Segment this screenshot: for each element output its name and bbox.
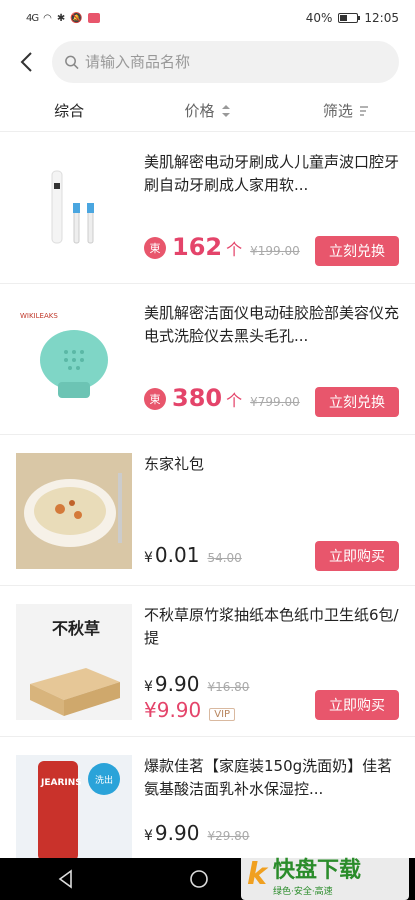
gift-bowl-image: [16, 453, 132, 569]
signal-icon: 4G: [26, 12, 39, 24]
original-price: ¥199.00: [250, 244, 300, 258]
tab-comprehensive[interactable]: 综合: [0, 100, 138, 121]
app-notification-icon: [87, 13, 100, 23]
clock: 12:05: [364, 11, 399, 25]
price-row: ¥ 9.90 ¥16.80: [144, 672, 249, 696]
bluetooth-icon: ✱: [56, 12, 66, 24]
toothbrush-image: [51, 170, 94, 244]
tab-filter-label: 筛选: [322, 102, 353, 120]
back-triangle-icon[interactable]: [56, 869, 76, 889]
watermark-slogan: 绿色·安全·高速: [272, 886, 333, 897]
facewash-image: JEARINS 洗出: [16, 755, 132, 871]
product-title: 爆款佳茗【家庭装150g洗面奶】佳茗氨基酸洁面乳补水保湿控...: [144, 757, 393, 798]
coin-icon: 東: [144, 237, 166, 259]
buy-button[interactable]: 立即购买: [315, 690, 399, 720]
wifi-icon: ◠: [43, 12, 52, 24]
sort-bar: 综合 价格 筛选: [0, 90, 415, 132]
brand-logo-text: WIKILEAKS: [20, 312, 58, 320]
coin-icon: 東: [144, 388, 166, 410]
filter-icon: [359, 105, 368, 116]
watermark-logo: k 快盘下载 绿色·安全·高速: [241, 848, 409, 900]
search-bar: [0, 36, 415, 88]
vip-price: ¥9.90: [144, 698, 202, 722]
sale-price: 9.90: [154, 821, 200, 845]
product-image-toothbrush: [16, 151, 132, 267]
chevron-left-icon: [20, 52, 32, 72]
home-circle-icon[interactable]: [189, 869, 209, 889]
original-price: 54.00: [207, 551, 242, 565]
vip-badge: VIP: [209, 708, 236, 721]
battery-percent: 40%: [305, 11, 333, 25]
currency-symbol: ¥: [144, 550, 153, 566]
price-unit: 个: [226, 240, 243, 259]
price-row: 東 380 个 ¥799.00: [144, 384, 300, 413]
product-title: 不秋草原竹浆抽纸本色纸巾卫生纸6包/提: [144, 606, 399, 647]
status-bar: 4G ◠ ✱ 🔕 40% 12:05: [0, 0, 415, 36]
original-price: ¥16.80: [207, 680, 250, 694]
cleanser-image: WIKILEAKS: [20, 312, 108, 398]
sale-price: 9.90: [154, 672, 200, 696]
tab-price[interactable]: 价格: [138, 100, 276, 121]
battery-icon: [338, 13, 361, 23]
list-item[interactable]: 不秋草 不秋草原竹浆抽纸本色纸巾卫生纸6包/提 ¥ 9.90 ¥16.80 ¥9…: [0, 586, 415, 737]
points-price: 162: [172, 233, 223, 261]
product-image-cleanser: WIKILEAKS: [16, 302, 132, 418]
product-title: 东家礼包: [144, 455, 205, 473]
status-right: 40% 12:05: [306, 11, 399, 25]
mute-icon: 🔕: [70, 12, 83, 24]
search-icon: [65, 55, 79, 70]
buy-button[interactable]: 立即购买: [315, 541, 399, 571]
price-row: ¥ 0.01 54.00: [144, 543, 242, 567]
list-item[interactable]: 美肌解密电动牙刷成人儿童声波口腔牙刷自动牙刷成人家用软... 東 162 个 ¥…: [0, 133, 415, 284]
price-unit: 个: [226, 391, 243, 410]
product-list: 美肌解密电动牙刷成人儿童声波口腔牙刷自动牙刷成人家用软... 東 162 个 ¥…: [0, 133, 415, 888]
sort-arrows-icon: [221, 104, 230, 117]
watermark-k: k: [247, 856, 267, 892]
product-image-facewash: JEARINS 洗出: [16, 755, 132, 871]
back-button[interactable]: [14, 46, 38, 78]
original-price: ¥29.80: [207, 829, 250, 843]
price-row: ¥ 9.90 ¥29.80: [144, 821, 249, 845]
original-price: ¥799.00: [250, 395, 300, 409]
currency-symbol: ¥: [144, 679, 153, 695]
promo-tag: 洗出: [95, 774, 113, 786]
product-image-tissue: 不秋草: [16, 604, 132, 720]
watermark-text: 快盘下载 绿色·安全·高速: [273, 852, 361, 897]
currency-symbol: ¥: [144, 828, 153, 844]
status-left: 4G ◠ ✱ 🔕: [26, 13, 100, 24]
redeem-button[interactable]: 立刻兑换: [315, 387, 399, 417]
watermark-name: 快盘下载: [272, 857, 361, 883]
redeem-button[interactable]: 立刻兑换: [315, 236, 399, 266]
list-item[interactable]: 东家礼包 ¥ 0.01 54.00 立即购买: [0, 435, 415, 586]
search-box[interactable]: [52, 41, 399, 83]
product-title: 美肌解密电动牙刷成人儿童声波口腔牙刷自动牙刷成人家用软...: [144, 153, 400, 194]
list-item[interactable]: WIKILEAKS 美肌解密洁面仪电动硅胶脸部美容仪充电式洗脸仪去黑头毛孔...…: [0, 284, 415, 435]
search-input[interactable]: [84, 53, 387, 71]
price-row: 東 162 个 ¥199.00: [144, 233, 300, 262]
brand-logo-text: 不秋草: [52, 619, 100, 638]
tab-comprehensive-label: 综合: [54, 102, 85, 120]
vip-price-row: ¥9.90 VIP: [144, 698, 236, 722]
tab-price-label: 价格: [184, 102, 215, 120]
tab-filter[interactable]: 筛选: [277, 100, 415, 121]
product-title: 美肌解密洁面仪电动硅胶脸部美容仪充电式洗脸仪去黑头毛孔...: [144, 304, 400, 345]
battery-fill: [340, 15, 347, 21]
product-image-gift: [16, 453, 132, 569]
sale-price: 0.01: [154, 543, 200, 567]
tissue-image: 不秋草: [16, 604, 132, 720]
brand-logo-text: JEARINS: [40, 778, 82, 788]
points-price: 380: [172, 384, 223, 412]
